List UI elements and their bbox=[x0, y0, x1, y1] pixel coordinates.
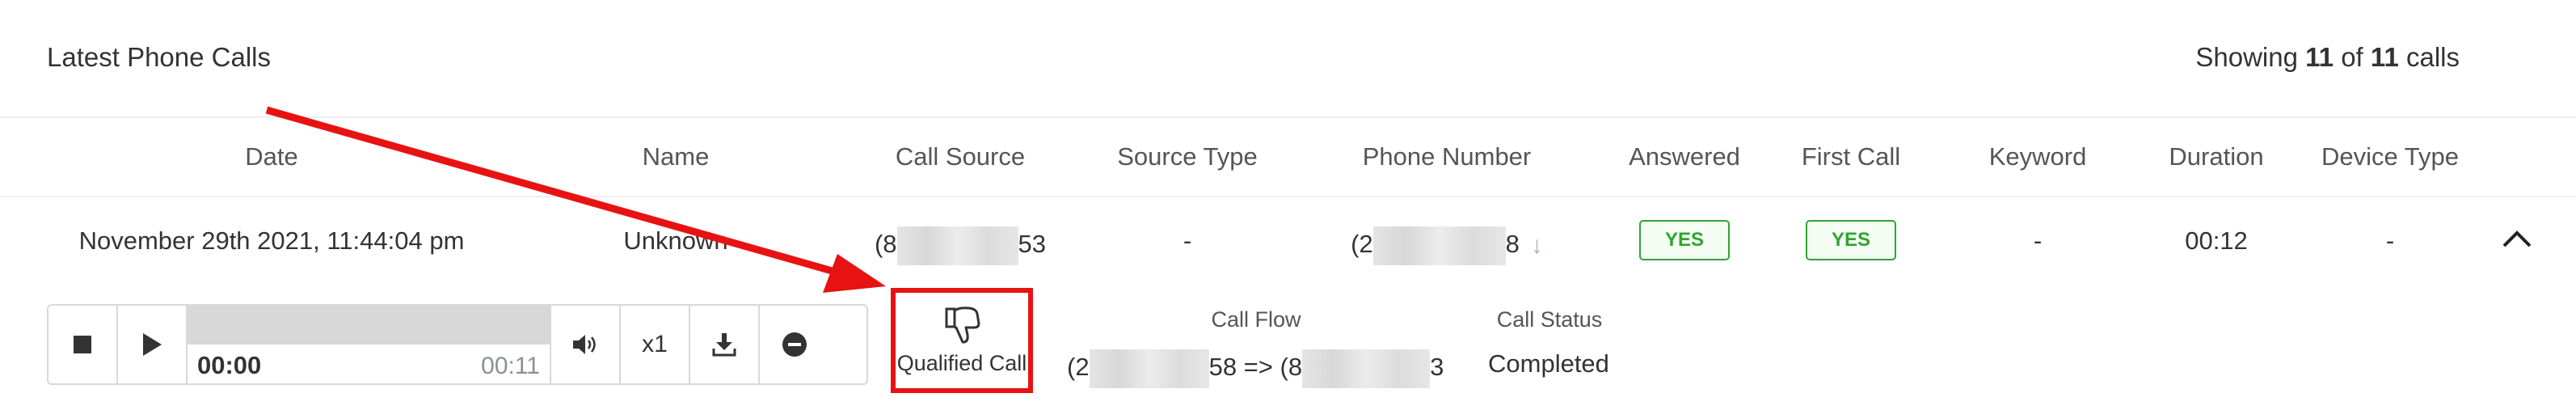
qualified-call-label: Qualified Call bbox=[896, 350, 1027, 375]
playback-speed-button[interactable]: x1 bbox=[621, 306, 690, 383]
call-flow-a-prefix: (2 bbox=[1067, 353, 1090, 382]
call-source-suffix: 53 bbox=[1018, 230, 1047, 259]
column-header-first-call[interactable]: First Call bbox=[1802, 142, 1900, 171]
row-source-type: - bbox=[1183, 226, 1192, 255]
download-icon bbox=[712, 333, 736, 357]
download-button[interactable] bbox=[690, 306, 760, 383]
redacted-block bbox=[1089, 349, 1209, 388]
minus-circle-icon bbox=[782, 332, 807, 357]
row-phone-number: (2 8 ↓ bbox=[1351, 226, 1543, 265]
call-source-prefix: (8 bbox=[874, 230, 897, 259]
showing-of: of bbox=[2341, 42, 2363, 72]
remove-button[interactable] bbox=[760, 306, 829, 383]
call-flow-value: (2 58 => (8 3 bbox=[1067, 349, 1444, 388]
call-status-value: Completed bbox=[1488, 349, 1609, 378]
row-call-source: (8 53 bbox=[875, 226, 1046, 265]
call-flow-label: Call Flow bbox=[1211, 307, 1301, 332]
phone-suffix: 8 bbox=[1505, 230, 1520, 259]
column-header-source-type[interactable]: Source Type bbox=[1117, 142, 1257, 171]
redacted-block bbox=[896, 226, 1018, 265]
column-header-call-source[interactable]: Call Source bbox=[896, 142, 1025, 171]
current-time: 00:00 bbox=[197, 351, 262, 379]
answered-badge: YES bbox=[1639, 220, 1730, 260]
showing-count: 11 bbox=[2305, 42, 2334, 72]
chevron-up-icon[interactable] bbox=[2501, 226, 2533, 251]
row-name: Unknown bbox=[623, 226, 728, 255]
total-time: 00:11 bbox=[481, 353, 540, 379]
page-title: Latest Phone Calls bbox=[47, 42, 272, 72]
stop-button[interactable] bbox=[48, 306, 118, 383]
phone-prefix: (2 bbox=[1351, 230, 1373, 259]
column-header-duration[interactable]: Duration bbox=[2169, 142, 2263, 171]
column-header-phone-number[interactable]: Phone Number bbox=[1363, 142, 1532, 171]
row-device-type: - bbox=[2385, 226, 2395, 255]
row-keyword: - bbox=[2033, 226, 2043, 255]
redacted-block bbox=[1372, 226, 1506, 265]
play-button[interactable] bbox=[118, 306, 188, 383]
showing-total: 11 bbox=[2370, 42, 2399, 72]
first-call-badge: YES bbox=[1806, 220, 1896, 260]
row-date: November 29th 2021, 11:44:04 pm bbox=[78, 226, 465, 255]
showing-prefix: Showing bbox=[2195, 42, 2298, 72]
column-header-device-type[interactable]: Device Type bbox=[2321, 142, 2459, 171]
table-header-bar: Latest Phone Calls Showing 11 of 11 call… bbox=[0, 0, 2576, 118]
thumbs-down-icon bbox=[945, 306, 980, 343]
call-flow-a-suffix: 58 => (8 bbox=[1208, 353, 1303, 382]
arrow-down-icon[interactable]: ↓ bbox=[1531, 232, 1543, 260]
calls-count-summary: Showing 11 of 11 calls bbox=[2195, 42, 2460, 73]
qualified-call-button[interactable]: Qualified Call bbox=[891, 288, 1033, 393]
column-header-keyword[interactable]: Keyword bbox=[1989, 142, 2087, 171]
call-flow-b-suffix: 3 bbox=[1430, 353, 1444, 382]
call-status-label: Call Status bbox=[1496, 307, 1603, 332]
redacted-block bbox=[1302, 349, 1431, 388]
volume-icon bbox=[573, 335, 596, 354]
showing-suffix: calls bbox=[2405, 42, 2460, 72]
column-header-name[interactable]: Name bbox=[643, 142, 710, 171]
row-duration: 00:12 bbox=[2185, 226, 2248, 255]
audio-progress-bar[interactable] bbox=[188, 306, 550, 345]
audio-progress-track[interactable]: 00:00 00:11 bbox=[188, 306, 551, 383]
volume-button[interactable] bbox=[551, 306, 621, 383]
play-icon bbox=[143, 333, 162, 356]
column-header-date[interactable]: Date bbox=[245, 142, 297, 171]
stop-icon bbox=[74, 336, 91, 353]
audio-player: 00:00 00:11 x1 bbox=[47, 304, 868, 385]
column-header-answered[interactable]: Answered bbox=[1629, 142, 1740, 171]
